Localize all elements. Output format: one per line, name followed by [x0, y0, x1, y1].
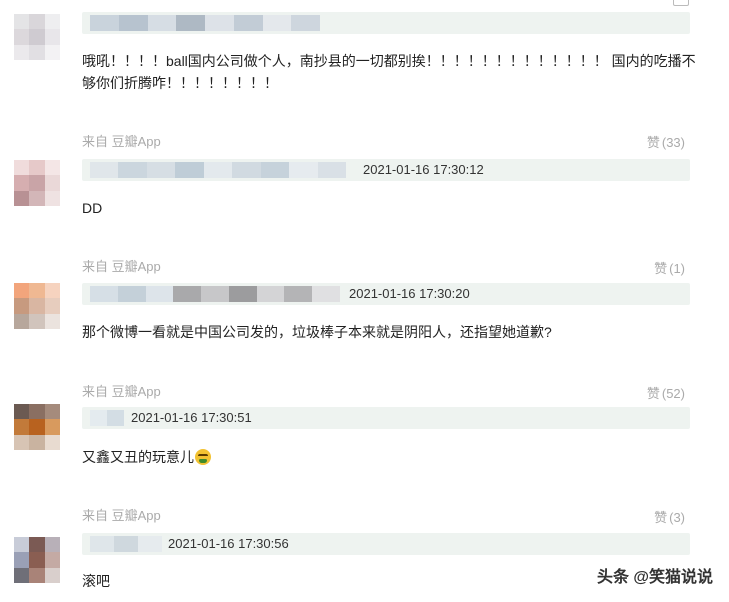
more-icon[interactable]: [673, 0, 689, 6]
sick-face-icon: [195, 449, 211, 465]
watermark: 头条 @笑猫说说: [596, 569, 713, 586]
comment-text: 又鑫又丑的玩意儿: [82, 446, 702, 468]
comment-text: 哦吼！！！！ball国内公司做个人，南抄县的一切都别挨！！！！！！！！！！！！！…: [82, 53, 696, 91]
avatar[interactable]: [14, 160, 60, 206]
comment-text: DD: [82, 200, 103, 216]
comment-source: 来自 豆瓣App: [82, 508, 161, 523]
comment-header: [82, 12, 690, 34]
like-button[interactable]: 赞 (1): [654, 258, 685, 277]
avatar[interactable]: [14, 404, 60, 450]
username-blurred[interactable]: [90, 286, 340, 302]
like-label: 赞: [654, 510, 668, 525]
comment-header: 2021-01-16 17:30:12: [82, 159, 690, 181]
like-label: 赞: [646, 135, 660, 150]
like-button[interactable]: 赞 (3): [654, 507, 685, 526]
username-blurred[interactable]: [90, 15, 320, 31]
comment-header: 2021-01-16 17:30:51: [82, 407, 690, 429]
avatar[interactable]: [14, 283, 60, 329]
username-blurred[interactable]: [90, 536, 162, 552]
avatar[interactable]: [14, 537, 60, 583]
avatar[interactable]: [14, 14, 60, 60]
comment-header: 2021-01-16 17:30:20: [82, 283, 690, 305]
like-count: (52): [661, 386, 685, 401]
comment-source: 来自 豆瓣App: [82, 384, 161, 399]
comment-timestamp: 2021-01-16 17:30:56: [168, 536, 289, 551]
comment-timestamp: 2021-01-16 17:30:12: [363, 162, 484, 177]
comment-text-content: 又鑫又丑的玩意儿: [82, 449, 194, 465]
comment-source: 来自 豆瓣App: [82, 134, 161, 149]
like-count: (33): [661, 135, 685, 150]
like-count: (1): [669, 261, 685, 276]
username-blurred[interactable]: [90, 162, 346, 178]
like-label: 赞: [646, 386, 660, 401]
comment-source: 来自 豆瓣App: [82, 259, 161, 274]
comment-timestamp: 2021-01-16 17:30:51: [131, 410, 252, 425]
like-button[interactable]: 赞 (33): [647, 132, 685, 151]
comment-header: 2021-01-16 17:30:56: [82, 533, 690, 555]
comment-timestamp: 2021-01-16 17:30:20: [349, 286, 470, 301]
like-count: (3): [669, 510, 685, 525]
like-label: 赞: [654, 261, 668, 276]
comment-text: 那个微博一看就是中国公司发的，垃圾棒子本来就是阴阳人，还指望她道歉?: [82, 324, 552, 340]
like-button[interactable]: 赞 (52): [647, 383, 685, 402]
username-blurred[interactable]: [90, 410, 124, 426]
